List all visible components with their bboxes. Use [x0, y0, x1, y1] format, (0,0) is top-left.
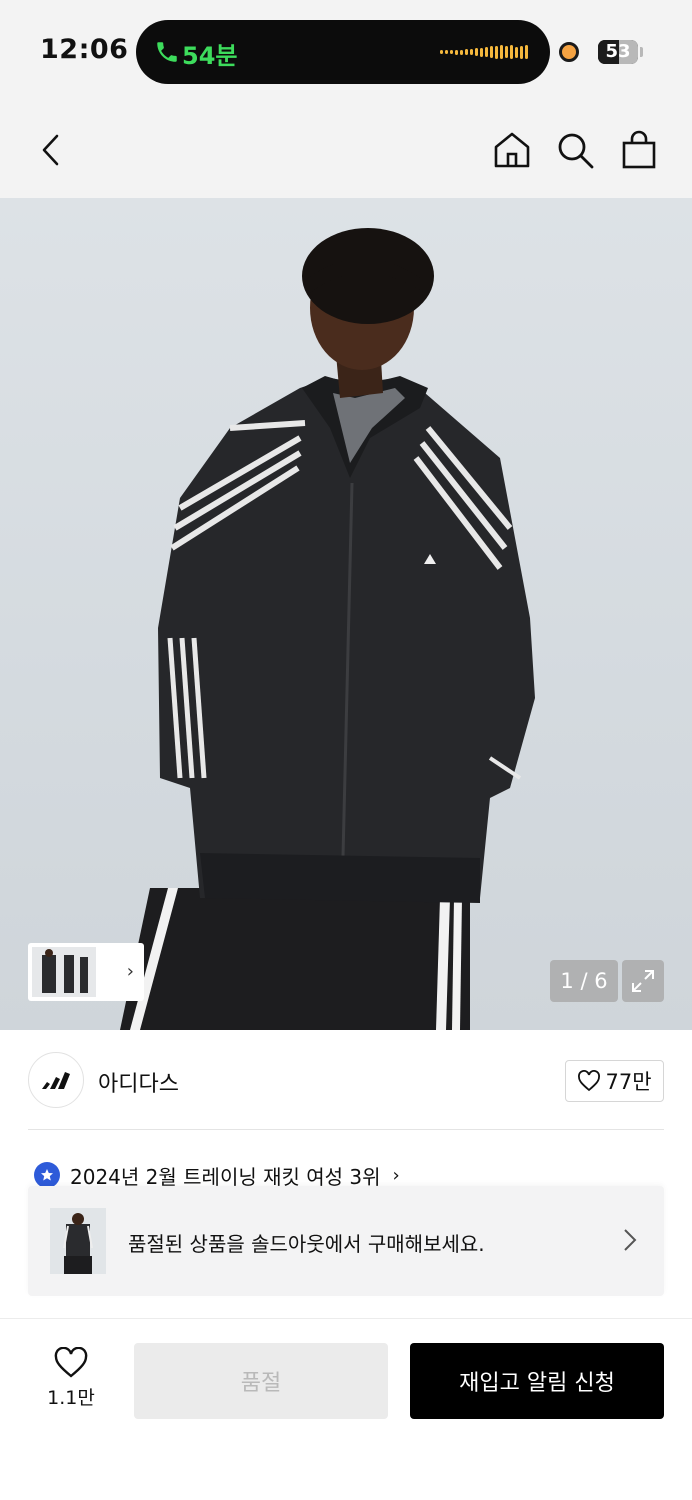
heart-icon — [54, 1347, 88, 1378]
dynamic-island[interactable]: 54분 — [136, 20, 550, 84]
brand-like-button[interactable]: 77만 — [565, 1060, 664, 1102]
adidas-logo-icon — [42, 1072, 70, 1089]
image-counter: 1 / 6 — [550, 960, 618, 1002]
call-duration: 54분 — [182, 42, 238, 70]
search-button[interactable] — [553, 126, 597, 174]
recording-indicator-icon — [559, 42, 579, 62]
status-time: 12:06 — [40, 34, 129, 65]
chevron-right-icon: › — [126, 961, 134, 982]
banner-text: 품절된 상품을 솔드아웃에서 구매해보세요. — [128, 1232, 485, 1256]
divider — [28, 1129, 664, 1130]
bottom-action-bar: 1.1만 품절 재입고 알림 신청 — [0, 1318, 692, 1500]
shopping-bag-icon — [622, 130, 656, 169]
chevron-right-icon: › — [392, 1164, 400, 1186]
brand-like-count: 77만 — [605, 1070, 652, 1094]
banner-product-thumbnail — [50, 1208, 106, 1274]
battery-icon: 53 — [598, 40, 638, 64]
brand-row[interactable]: 아디다스 77만 — [0, 1030, 692, 1130]
wishlist-count: 1.1만 — [47, 1387, 95, 1409]
ranking-badge-icon — [34, 1162, 60, 1188]
product-photo — [120, 228, 535, 1030]
expand-button[interactable] — [622, 960, 664, 1002]
chevron-right-icon — [624, 1229, 637, 1251]
cart-button[interactable] — [617, 126, 661, 174]
nav-bar — [0, 100, 692, 198]
chevron-left-icon — [42, 134, 59, 166]
back-button[interactable] — [28, 126, 72, 174]
banner-photo — [63, 1213, 93, 1274]
soldout-button: 품절 — [134, 1343, 388, 1419]
audio-waveform-icon — [440, 42, 528, 62]
battery-level: 53 — [605, 41, 631, 62]
status-bar: 12:06 54분 53 — [0, 0, 692, 100]
expand-icon — [632, 970, 654, 992]
search-icon — [558, 133, 594, 169]
thumbnail-image[interactable] — [32, 947, 96, 997]
brand-name[interactable]: 아디다스 — [98, 1066, 179, 1098]
restock-alert-button[interactable]: 재입고 알림 신청 — [410, 1343, 664, 1419]
home-icon — [494, 132, 530, 168]
thumbnail-photo — [42, 949, 88, 993]
product-image[interactable]: › 1 / 6 — [0, 198, 692, 1030]
home-button[interactable] — [490, 126, 534, 174]
battery-tip — [640, 47, 643, 57]
wishlist-button[interactable]: 1.1만 — [40, 1347, 102, 1417]
brand-logo[interactable] — [28, 1052, 84, 1108]
soldout-banner[interactable]: 품절된 상품을 솔드아웃에서 구매해보세요. — [28, 1186, 664, 1296]
thumbnail-strip[interactable]: › — [28, 943, 144, 1001]
heart-icon — [578, 1070, 601, 1092]
phone-icon — [157, 42, 177, 62]
